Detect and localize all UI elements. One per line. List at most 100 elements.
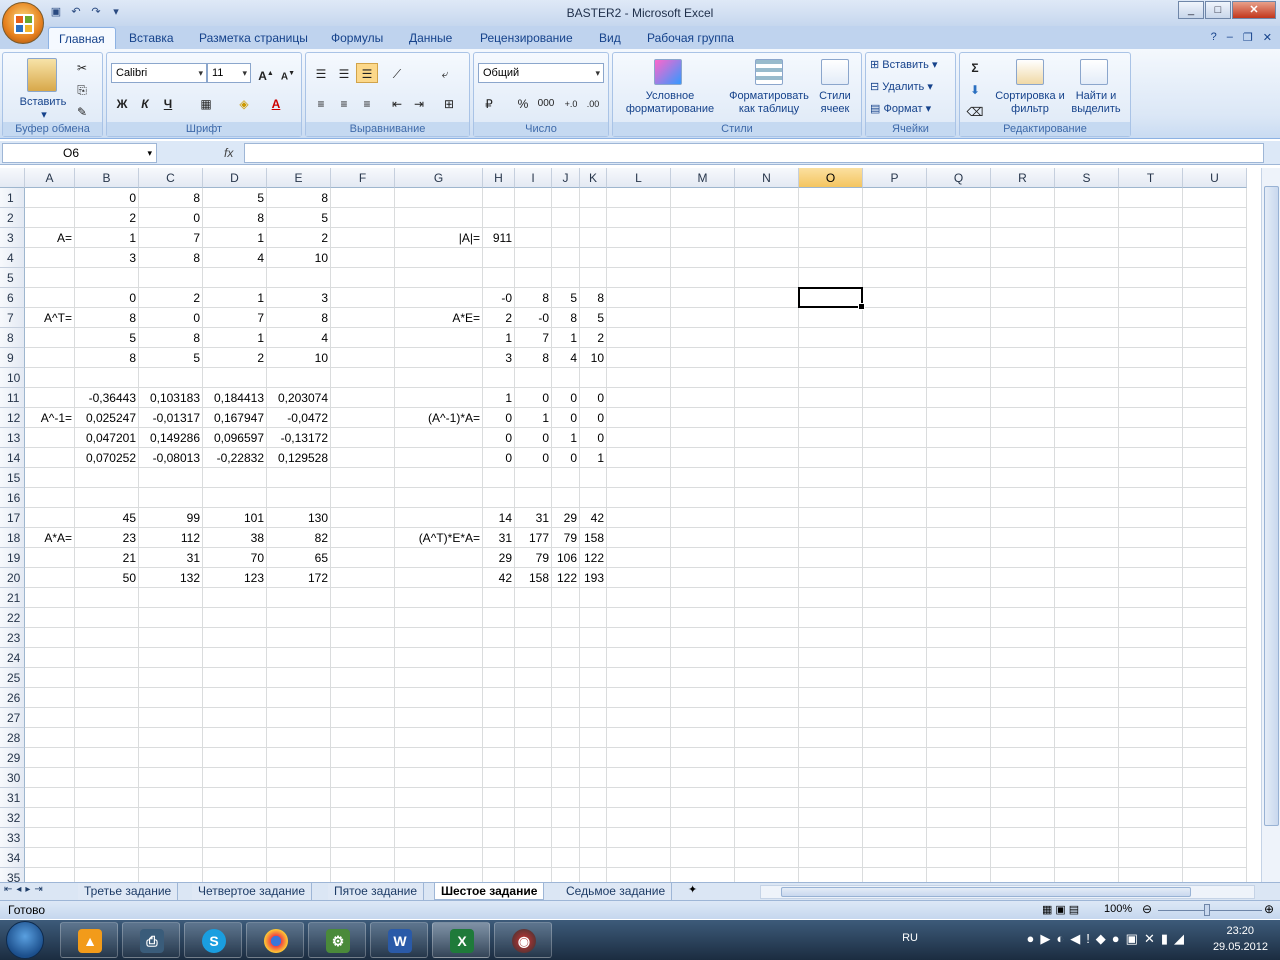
cell-J19[interactable]: 106 <box>552 548 580 568</box>
cell-U13[interactable] <box>1183 428 1247 448</box>
cell-E1[interactable]: 8 <box>267 188 331 208</box>
cell-E21[interactable] <box>267 588 331 608</box>
cell-T23[interactable] <box>1119 628 1183 648</box>
cell-J3[interactable] <box>552 228 580 248</box>
cell-D6[interactable]: 1 <box>203 288 267 308</box>
cell-Q31[interactable] <box>927 788 991 808</box>
cell-K11[interactable]: 0 <box>580 388 607 408</box>
cell-S22[interactable] <box>1055 608 1119 628</box>
cell-H18[interactable]: 31 <box>483 528 515 548</box>
cell-C34[interactable] <box>139 848 203 868</box>
cell-E2[interactable]: 5 <box>267 208 331 228</box>
cell-R10[interactable] <box>991 368 1055 388</box>
cell-G21[interactable] <box>395 588 483 608</box>
cell-C18[interactable]: 112 <box>139 528 203 548</box>
cell-G19[interactable] <box>395 548 483 568</box>
row-header-27[interactable]: 27 <box>0 708 25 728</box>
cell-T17[interactable] <box>1119 508 1183 528</box>
cell-A33[interactable] <box>25 828 75 848</box>
cell-S15[interactable] <box>1055 468 1119 488</box>
column-header-n[interactable]: N <box>735 168 799 188</box>
cell-F24[interactable] <box>331 648 395 668</box>
cell-G9[interactable] <box>395 348 483 368</box>
cell-J4[interactable] <box>552 248 580 268</box>
cell-C24[interactable] <box>139 648 203 668</box>
cell-styles-button[interactable]: Стили ячеек <box>813 90 857 116</box>
cell-J35[interactable] <box>552 868 580 882</box>
cell-L9[interactable] <box>607 348 671 368</box>
align-center-icon[interactable]: ≡ <box>333 93 355 113</box>
cell-N29[interactable] <box>735 748 799 768</box>
cell-B29[interactable] <box>75 748 139 768</box>
cell-I34[interactable] <box>515 848 552 868</box>
taskbar-app-word[interactable]: W <box>370 922 428 958</box>
cell-B24[interactable] <box>75 648 139 668</box>
cell-K32[interactable] <box>580 808 607 828</box>
cell-O34[interactable] <box>799 848 863 868</box>
cell-K21[interactable] <box>580 588 607 608</box>
office-button[interactable] <box>2 2 44 44</box>
cell-B4[interactable]: 3 <box>75 248 139 268</box>
cell-C32[interactable] <box>139 808 203 828</box>
cell-I1[interactable] <box>515 188 552 208</box>
cell-U8[interactable] <box>1183 328 1247 348</box>
cell-G32[interactable] <box>395 808 483 828</box>
cell-D25[interactable] <box>203 668 267 688</box>
cell-R9[interactable] <box>991 348 1055 368</box>
cell-N7[interactable] <box>735 308 799 328</box>
taskbar-app-skype[interactable]: S <box>184 922 242 958</box>
save-icon[interactable]: ▣ <box>48 5 64 21</box>
cell-J20[interactable]: 122 <box>552 568 580 588</box>
cell-Q3[interactable] <box>927 228 991 248</box>
cell-J18[interactable]: 79 <box>552 528 580 548</box>
cell-L35[interactable] <box>607 868 671 882</box>
cell-L25[interactable] <box>607 668 671 688</box>
cell-N17[interactable] <box>735 508 799 528</box>
cell-I35[interactable] <box>515 868 552 882</box>
cell-I26[interactable] <box>515 688 552 708</box>
insert-cells-button[interactable]: ⊞ Вставить ▾ <box>870 59 954 72</box>
cell-A26[interactable] <box>25 688 75 708</box>
row-header-3[interactable]: 3 <box>0 228 25 248</box>
cell-G6[interactable] <box>395 288 483 308</box>
align-middle-icon[interactable]: ☰ <box>333 63 355 83</box>
cell-E19[interactable]: 65 <box>267 548 331 568</box>
cell-Q30[interactable] <box>927 768 991 788</box>
tab-review[interactable]: Рецензирование <box>480 31 573 45</box>
cell-H5[interactable] <box>483 268 515 288</box>
cell-O5[interactable] <box>799 268 863 288</box>
cell-I11[interactable]: 0 <box>515 388 552 408</box>
cell-L3[interactable] <box>607 228 671 248</box>
cell-U30[interactable] <box>1183 768 1247 788</box>
cell-T32[interactable] <box>1119 808 1183 828</box>
vertical-scrollbar[interactable] <box>1261 168 1280 882</box>
cell-N2[interactable] <box>735 208 799 228</box>
cell-M5[interactable] <box>671 268 735 288</box>
cell-U12[interactable] <box>1183 408 1247 428</box>
cell-U16[interactable] <box>1183 488 1247 508</box>
cell-R35[interactable] <box>991 868 1055 882</box>
cell-C8[interactable]: 8 <box>139 328 203 348</box>
cell-T4[interactable] <box>1119 248 1183 268</box>
cell-U22[interactable] <box>1183 608 1247 628</box>
number-format-select[interactable]: Общий <box>478 63 604 83</box>
cell-U7[interactable] <box>1183 308 1247 328</box>
cell-I17[interactable]: 31 <box>515 508 552 528</box>
cell-T12[interactable] <box>1119 408 1183 428</box>
cell-G25[interactable] <box>395 668 483 688</box>
currency-icon[interactable]: ₽ <box>478 93 500 113</box>
language-indicator[interactable]: RU <box>902 932 918 944</box>
cell-A22[interactable] <box>25 608 75 628</box>
cell-P18[interactable] <box>863 528 927 548</box>
cell-P33[interactable] <box>863 828 927 848</box>
cell-B10[interactable] <box>75 368 139 388</box>
cell-R31[interactable] <box>991 788 1055 808</box>
cut-icon[interactable]: ✂ <box>71 57 93 77</box>
cell-U24[interactable] <box>1183 648 1247 668</box>
cell-O13[interactable] <box>799 428 863 448</box>
cell-M9[interactable] <box>671 348 735 368</box>
cell-G3[interactable]: |A|= <box>395 228 483 248</box>
cell-R19[interactable] <box>991 548 1055 568</box>
cell-J21[interactable] <box>552 588 580 608</box>
cell-P2[interactable] <box>863 208 927 228</box>
